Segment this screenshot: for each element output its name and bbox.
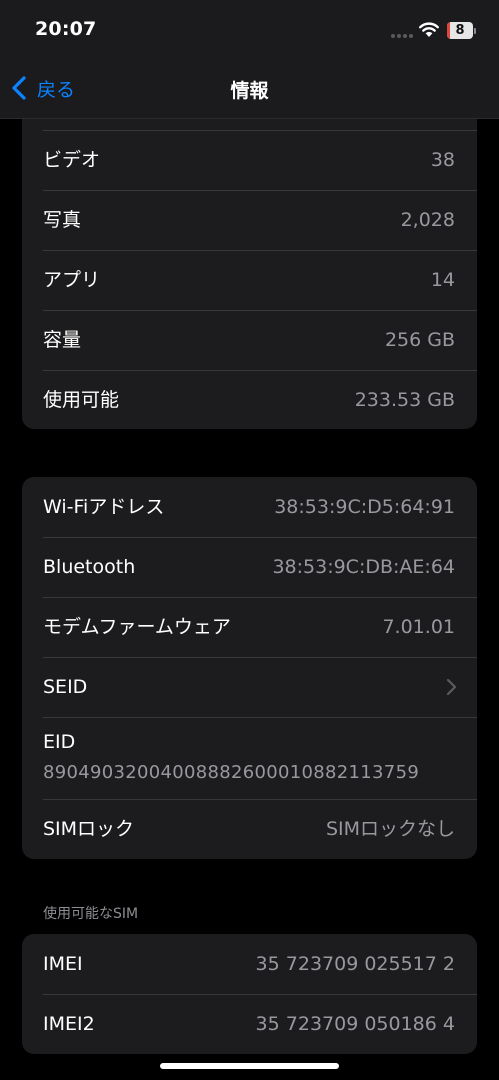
row-value: SIMロックなし (325, 818, 455, 840)
row-label: ビデオ (43, 149, 101, 171)
row-label: EID (43, 731, 76, 753)
signal-dots-icon (391, 34, 415, 38)
row-label: 使用可能 (43, 389, 120, 411)
row-value: 38 (430, 149, 455, 171)
row-imei2: IMEI2 35 723709 050186 4 (22, 994, 477, 1054)
row-label: Wi-Fiアドレス (43, 496, 165, 518)
row-label: IMEI (43, 953, 83, 975)
row-value: 233.53 GB (354, 389, 455, 411)
page-title: 情報 (230, 80, 269, 102)
row-wifi-address: Wi-Fiアドレス 38:53:9C:D5:64:91 (22, 477, 477, 537)
row-value: 7.01.01 (382, 616, 455, 638)
row-eid: EID 89049032004008882600010882113759 (22, 717, 477, 799)
row-available: 使用可能 233.53 GB (22, 370, 477, 429)
row-label: SIMロック (43, 818, 135, 840)
home-indicator[interactable] (160, 1063, 339, 1069)
row-label: Bluetooth (43, 556, 136, 578)
status-bar: 20:07 8 (0, 0, 499, 58)
imei-group: IMEI 35 723709 025517 2 IMEI2 35 723709 … (22, 934, 477, 1054)
row-value: 35 723709 025517 2 (255, 953, 455, 975)
row-photos: 写真 2,028 (22, 190, 477, 250)
row-video: ビデオ 38 (22, 130, 477, 190)
row-value: 38:53:9C:DB:AE:64 (272, 556, 455, 578)
row-value: 14 (430, 269, 455, 291)
row-bluetooth: Bluetooth 38:53:9C:DB:AE:64 (22, 537, 477, 597)
row-sim-lock: SIMロック SIMロックなし (22, 799, 477, 859)
wifi-icon (419, 22, 439, 37)
storage-group: ビデオ 38 写真 2,028 アプリ 14 容量 256 GB 使用可能 23… (22, 119, 477, 429)
row-seid[interactable]: SEID (22, 657, 477, 717)
battery-icon: 8 (447, 22, 477, 39)
row-imei: IMEI 35 723709 025517 2 (22, 934, 477, 994)
row-value: 2,028 (400, 209, 455, 231)
row-capacity: 容量 256 GB (22, 310, 477, 370)
eid-value: 89049032004008882600010882113759 (43, 762, 420, 783)
row-value: 38:53:9C:D5:64:91 (274, 496, 455, 518)
row-label: IMEI2 (43, 1013, 95, 1035)
section-header-available-sim: 使用可能なSIM (43, 906, 139, 922)
row-label: SEID (43, 676, 88, 698)
row-label: アプリ (43, 269, 101, 291)
row-label: モデムファームウェア (43, 616, 231, 638)
network-group: Wi-Fiアドレス 38:53:9C:D5:64:91 Bluetooth 38… (22, 477, 477, 859)
battery-level: 8 (455, 23, 465, 38)
row-apps: アプリ 14 (22, 250, 477, 310)
row-label: 容量 (43, 329, 82, 351)
navigation-bar: 戻る 情報 (0, 58, 499, 119)
row-value: 256 GB (384, 329, 455, 351)
row-modem-firmware: モデムファームウェア 7.01.01 (22, 597, 477, 657)
status-time: 20:07 (35, 18, 97, 40)
row-value: 35 723709 050186 4 (255, 1013, 455, 1035)
row-label: 写真 (43, 209, 82, 231)
chevron-right-icon (446, 678, 457, 696)
